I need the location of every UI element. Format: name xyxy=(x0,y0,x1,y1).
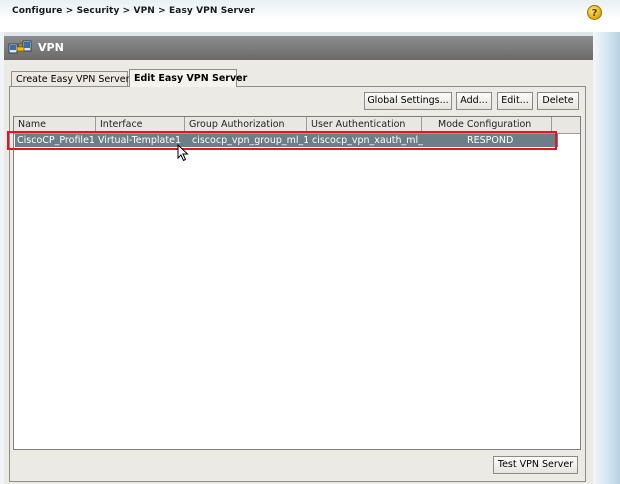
tab-edit-easy-vpn-server[interactable]: Edit Easy VPN Server xyxy=(129,69,247,87)
tab-create-easy-vpn-server[interactable]: Create Easy VPN Server xyxy=(11,71,130,86)
panel-title: VPN xyxy=(38,41,64,54)
top-bar: Configure > Security > VPN > Easy VPN Se… xyxy=(0,0,620,32)
help-icon[interactable]: ? xyxy=(587,5,602,20)
column-header-name[interactable]: Name xyxy=(14,117,96,133)
delete-button[interactable]: Delete xyxy=(537,92,579,110)
column-header-interface[interactable]: Interface xyxy=(96,117,185,133)
cell-mode-configuration: RESPOND xyxy=(467,135,514,146)
column-header-mode-configuration[interactable]: Mode Configuration xyxy=(422,117,552,133)
table-header: Name Interface Group Authorization User … xyxy=(14,117,580,134)
cell-interface: Virtual-Template1 xyxy=(98,135,181,146)
vpn-icon xyxy=(8,40,32,54)
mouse-pointer-icon xyxy=(177,144,189,162)
add-button[interactable]: Add... xyxy=(456,92,492,110)
vpn-panel: VPN Create Easy VPN Server Edit Easy VPN… xyxy=(4,36,593,484)
panel-header: VPN xyxy=(4,36,593,60)
cell-group-authorization: ciscocp_vpn_group_ml_1 xyxy=(192,135,308,146)
global-settings-button[interactable]: Global Settings... xyxy=(364,92,452,110)
table-row[interactable]: CiscoCP_Profile1 Virtual-Template1 cisco… xyxy=(15,134,558,147)
right-strip xyxy=(593,32,620,484)
server-table: Name Interface Group Authorization User … xyxy=(13,116,581,450)
edit-button[interactable]: Edit... xyxy=(497,92,533,110)
cell-name: CiscoCP_Profile1 xyxy=(17,135,95,146)
column-header-group-authorization[interactable]: Group Authorization xyxy=(185,117,307,133)
column-header-user-authentication[interactable]: User Authentication xyxy=(307,117,422,133)
breadcrumb: Configure > Security > VPN > Easy VPN Se… xyxy=(12,6,255,16)
test-vpn-server-button[interactable]: Test VPN Server xyxy=(493,456,578,474)
cell-user-authentication: ciscocp_vpn_xauth_ml_1 xyxy=(312,135,423,146)
column-header-spacer xyxy=(552,117,580,133)
